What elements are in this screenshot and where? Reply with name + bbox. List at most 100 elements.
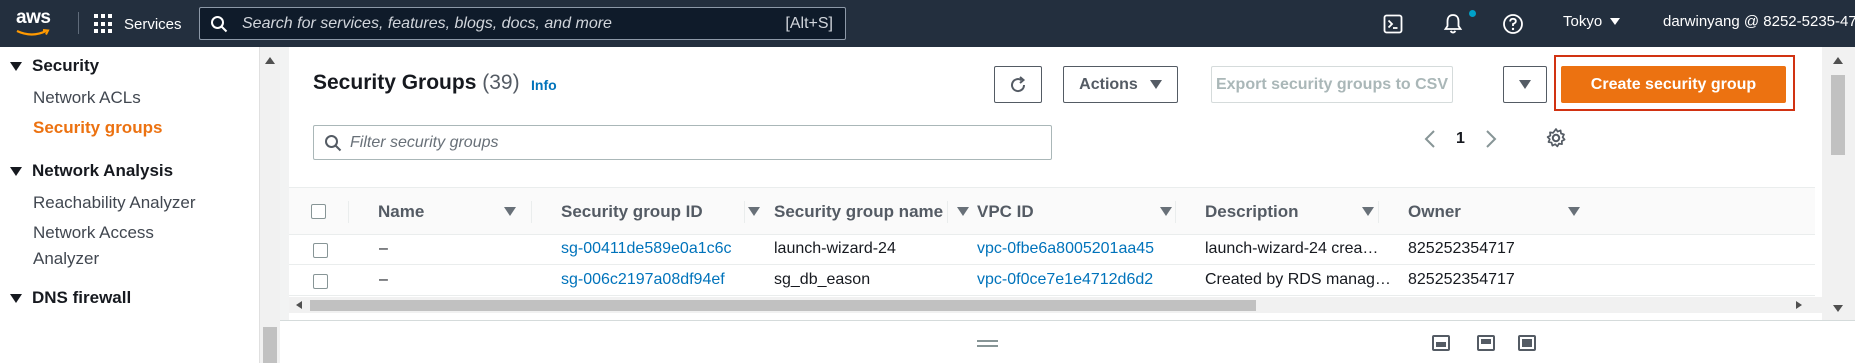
scroll-left-arrow-icon[interactable]	[296, 301, 302, 309]
sidebar-section-dns-firewall[interactable]: DNS firewall	[10, 288, 131, 308]
panel-bottom-icon[interactable]	[1432, 335, 1450, 351]
column-header-security-group-id[interactable]: Security group ID	[561, 188, 760, 236]
export-csv-button[interactable]: Export security groups to CSV	[1211, 66, 1453, 103]
aws-logo[interactable]: aws	[14, 7, 58, 39]
grid-icon	[94, 14, 114, 34]
sort-caret-icon[interactable]	[957, 207, 969, 216]
notification-dot	[1469, 10, 1476, 17]
row-checkbox[interactable]	[313, 243, 328, 258]
cloudshell-icon[interactable]	[1380, 11, 1406, 37]
column-header-label: Security group ID	[561, 202, 703, 221]
scroll-down-arrow-icon[interactable]	[1833, 305, 1843, 312]
refresh-button[interactable]	[994, 66, 1042, 103]
cell-owner: 825252354717	[1408, 271, 1515, 288]
services-label: Services	[124, 15, 182, 33]
page-title: Security Groups (39)	[313, 71, 520, 95]
scrollbar-thumb[interactable]	[310, 300, 1256, 311]
highlight-box	[1554, 55, 1795, 111]
row-checkbox[interactable]	[313, 274, 328, 289]
panel-full-icon[interactable]	[1518, 335, 1536, 351]
cell-security-group-id[interactable]: sg-00411de589e0a1c6c	[561, 240, 732, 258]
sidebar-item-security-groups[interactable]: Security groups	[33, 115, 162, 141]
column-header-label: Security group name	[774, 202, 944, 221]
column-header-owner[interactable]: Owner	[1408, 188, 1588, 236]
search-placeholder: Search for services, features, blogs, do…	[242, 15, 612, 32]
cell-security-group-id[interactable]: sg-006c2197a08df94ef	[561, 271, 725, 289]
services-menu-button[interactable]: Services	[94, 12, 182, 36]
select-all-checkbox[interactable]	[311, 204, 326, 219]
scroll-up-arrow-icon[interactable]	[1833, 57, 1843, 64]
table-header: Name Security group ID Security group na…	[289, 187, 1815, 235]
sort-caret-icon[interactable]	[748, 207, 760, 216]
page-title-text: Security Groups	[313, 71, 477, 94]
main-vertical-scrollbar[interactable]	[1822, 47, 1855, 320]
region-selector[interactable]: Tokyo	[1563, 13, 1621, 30]
sidebar-section-network-analysis[interactable]: Network Analysis	[10, 161, 173, 181]
search-shortcut: [Alt+S]	[785, 15, 833, 32]
search-icon	[325, 135, 342, 152]
table-row[interactable]: – sg-00411de589e0a1c6c launch-wizard-24 …	[289, 235, 1815, 265]
column-header-label: VPC ID	[977, 202, 1034, 221]
region-label: Tokyo	[1563, 13, 1603, 30]
scroll-up-arrow-icon[interactable]	[265, 57, 275, 64]
account-menu[interactable]: darwinyang @ 8252-5235-47	[1663, 13, 1855, 30]
aws-logo-text: aws	[16, 7, 51, 28]
sort-caret-icon[interactable]	[1568, 207, 1580, 216]
global-search-input[interactable]: Search for services, features, blogs, do…	[199, 7, 846, 40]
sidebar-section-label: Network Analysis	[32, 161, 174, 180]
sidebar-section-security[interactable]: Security	[10, 56, 99, 76]
info-link[interactable]: Info	[531, 77, 557, 93]
aws-smile-icon	[16, 29, 50, 36]
cell-name: –	[379, 271, 388, 288]
item-count: (39)	[482, 71, 520, 94]
sidebar-scrollbar[interactable]	[259, 47, 280, 363]
top-navigation-bar: aws Services Search for services, featur…	[0, 0, 1855, 47]
cell-description: Created by RDS manag…	[1205, 271, 1391, 288]
sidebar-item-network-acls[interactable]: Network ACLs	[33, 85, 141, 111]
caret-down-icon	[10, 293, 22, 303]
chevron-left-icon[interactable]	[1424, 129, 1436, 149]
table-horizontal-scrollbar[interactable]	[289, 297, 1832, 313]
column-header-name[interactable]: Name	[378, 188, 516, 236]
cell-security-group-name: launch-wizard-24	[774, 240, 896, 257]
column-header-label: Owner	[1408, 202, 1461, 221]
search-icon	[211, 16, 228, 33]
bell-icon[interactable]	[1440, 11, 1466, 37]
column-header-description[interactable]: Description	[1205, 188, 1385, 236]
sidebar-section-label: DNS firewall	[32, 288, 132, 307]
caret-down-icon	[10, 166, 22, 176]
caret-down-icon	[1519, 80, 1531, 89]
column-header-security-group-name[interactable]: Security group name	[774, 188, 969, 236]
actions-label: Actions	[1079, 75, 1138, 93]
filter-input[interactable]: Filter security groups	[313, 125, 1052, 160]
page-number[interactable]: 1	[1456, 130, 1465, 148]
cell-vpc-id[interactable]: vpc-0f0ce7e1e4712d6d2	[977, 271, 1153, 289]
sort-caret-icon[interactable]	[504, 207, 516, 216]
cell-name: –	[379, 240, 388, 257]
scroll-right-arrow-icon[interactable]	[1796, 301, 1802, 309]
filter-placeholder: Filter security groups	[350, 134, 499, 151]
cell-security-group-name: sg_db_eason	[774, 271, 871, 288]
resize-handle-icon[interactable]	[977, 340, 998, 350]
sidebar: Security Network ACLs Security groups Ne…	[0, 47, 259, 363]
panel-side-icon[interactable]	[1477, 335, 1495, 351]
caret-down-icon	[1610, 18, 1621, 25]
gear-icon[interactable]	[1545, 127, 1567, 149]
chevron-right-icon[interactable]	[1485, 129, 1497, 149]
sort-caret-icon[interactable]	[1160, 207, 1172, 216]
cell-vpc-id[interactable]: vpc-0fbe6a8005201aa45	[977, 240, 1154, 258]
actions-dropdown-button[interactable]: Actions	[1063, 66, 1178, 103]
sidebar-section-label: Security	[32, 56, 100, 75]
scrollbar-thumb[interactable]	[1831, 75, 1845, 155]
column-header-vpc-id[interactable]: VPC ID	[977, 188, 1177, 236]
nav-divider	[78, 12, 79, 34]
scrollbar-thumb[interactable]	[263, 327, 277, 363]
export-label: Export security groups to CSV	[1215, 75, 1449, 93]
cell-description: launch-wizard-24 crea…	[1205, 240, 1379, 257]
sidebar-item-network-access-analyzer[interactable]: Network Access Analyzer	[33, 220, 213, 272]
sort-caret-icon[interactable]	[1362, 207, 1374, 216]
export-dropdown-button[interactable]	[1503, 66, 1547, 103]
help-icon[interactable]	[1500, 11, 1526, 37]
table-row[interactable]: – sg-006c2197a08df94ef sg_db_eason vpc-0…	[289, 266, 1815, 296]
sidebar-item-reachability-analyzer[interactable]: Reachability Analyzer	[33, 190, 196, 216]
